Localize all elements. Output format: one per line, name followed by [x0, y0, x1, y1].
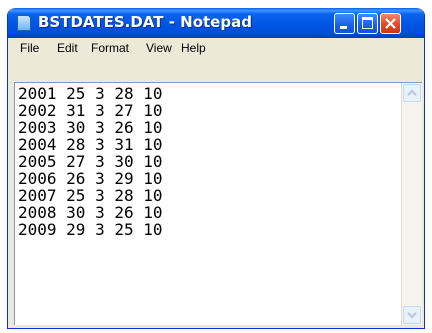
window-title: BSTDATES.DAT - Notepad: [38, 13, 252, 31]
vertical-scrollbar[interactable]: [401, 83, 422, 325]
scroll-down-button[interactable]: [403, 306, 421, 324]
menu-edit[interactable]: Edit: [57, 41, 78, 55]
menu-bar: File Edit Format View Help: [11, 38, 421, 59]
minimize-icon: [340, 26, 347, 29]
close-button[interactable]: [380, 13, 401, 34]
scroll-up-button[interactable]: [403, 84, 421, 102]
menu-view[interactable]: View: [146, 41, 172, 55]
text-editor[interactable]: 2001 25 3 28 10 2002 31 3 27 10 2003 30 …: [14, 82, 422, 325]
chevron-up-icon: [407, 89, 417, 96]
close-icon: [385, 18, 396, 29]
title-bar[interactable]: BSTDATES.DAT - Notepad: [8, 8, 424, 38]
document-text[interactable]: 2001 25 3 28 10 2002 31 3 27 10 2003 30 …: [18, 85, 163, 238]
menu-file[interactable]: File: [20, 41, 39, 55]
minimize-button[interactable]: [334, 13, 355, 34]
maximize-icon: [362, 17, 373, 29]
menu-format[interactable]: Format: [91, 41, 129, 55]
notepad-icon[interactable]: [17, 15, 31, 31]
maximize-button[interactable]: [357, 13, 378, 34]
menu-help[interactable]: Help: [181, 41, 206, 55]
chevron-down-icon: [407, 312, 417, 319]
